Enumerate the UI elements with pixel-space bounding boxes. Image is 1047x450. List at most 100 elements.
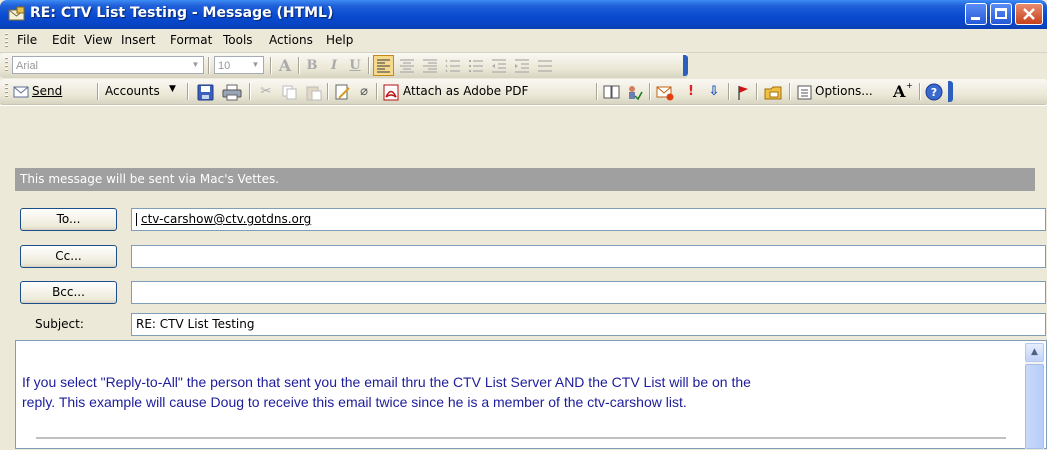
scroll-up-icon[interactable]: ▲ [1025, 343, 1044, 362]
to-field[interactable]: ctv-carshow@ctv.gotdns.org [131, 208, 1046, 231]
cc-field[interactable] [131, 245, 1046, 268]
toolbar-options-chevron-icon[interactable] [948, 81, 953, 102]
separator [368, 57, 370, 74]
separator [327, 83, 329, 100]
high-importance-icon[interactable]: ! [683, 84, 699, 100]
chevron-down-icon[interactable]: ▼ [189, 58, 202, 72]
chevron-down-icon: ▼ [169, 84, 176, 94]
font-name-value: Arial [16, 60, 39, 72]
bcc-field[interactable] [131, 281, 1046, 304]
send-label: Send [32, 84, 63, 98]
cc-button[interactable]: Cc... [20, 245, 117, 268]
save-icon[interactable] [197, 84, 214, 101]
toolbar-options-chevron-icon[interactable] [683, 55, 688, 76]
title-bar: RE: CTV List Testing - Message (HTML) [0, 0, 1047, 29]
align-right-icon[interactable] [421, 57, 439, 75]
font-name-combo[interactable]: Arial ▼ [12, 56, 204, 74]
menu-edit[interactable]: Edit [52, 33, 75, 47]
toolbar-grip[interactable] [5, 83, 8, 98]
copy-icon[interactable] [281, 84, 298, 101]
window-title: RE: CTV List Testing - Message (HTML) [30, 5, 334, 21]
svg-text:?: ? [931, 86, 937, 99]
help-icon[interactable]: ? [925, 83, 943, 101]
attach-pdf-label: Attach as Adobe PDF [403, 84, 529, 98]
separator [97, 83, 99, 100]
insert-file-icon[interactable] [334, 84, 351, 101]
font-color-icon[interactable]: A [277, 58, 293, 74]
separator [270, 57, 272, 74]
toolbar-grip[interactable] [5, 57, 8, 72]
print-icon[interactable] [222, 84, 242, 101]
font-size-combo[interactable]: 10 ▼ [214, 56, 264, 74]
to-button[interactable]: To... [20, 208, 117, 231]
separator [756, 83, 758, 100]
low-importance-icon[interactable]: ⇩ [706, 84, 722, 100]
accounts-button[interactable]: Accounts ▼ [102, 81, 182, 102]
flag-icon[interactable] [736, 84, 750, 101]
bullets-icon[interactable] [467, 57, 485, 75]
subject-field[interactable]: RE: CTV List Testing [131, 313, 1046, 336]
maximize-button[interactable] [990, 3, 1012, 25]
address-book-icon[interactable] [603, 84, 620, 100]
menu-tools[interactable]: Tools [223, 33, 253, 47]
superscript-plus-icon: + [906, 81, 913, 90]
options-label: Options... [815, 84, 873, 98]
horizontal-rule [36, 437, 1006, 439]
check-names-icon[interactable] [626, 84, 643, 101]
follow-up-envelope-icon[interactable] [656, 84, 674, 101]
separator [298, 57, 300, 74]
separator [249, 83, 251, 100]
standard-toolbar: Send Accounts ▼ ✂ ⌀ Attach as Adobe PDF [0, 79, 1047, 105]
attach-pdf-button[interactable]: Attach as Adobe PDF [381, 81, 591, 102]
send-button[interactable]: Send [11, 81, 93, 102]
separator [596, 83, 598, 100]
menu-grip[interactable] [5, 33, 8, 48]
font-grow-button[interactable]: A + [888, 81, 914, 102]
send-icon [13, 86, 29, 98]
align-left-button[interactable] [373, 55, 394, 76]
options-icon [797, 85, 812, 100]
separator [919, 83, 921, 100]
underline-button[interactable]: U [347, 58, 363, 74]
menu-format[interactable]: Format [170, 33, 212, 47]
body-line-1: If you select "Reply-to-All" the person … [22, 374, 751, 390]
minimize-button[interactable] [965, 3, 987, 25]
close-icon [1023, 8, 1035, 20]
envelope-icon [8, 6, 25, 21]
decrease-indent-icon[interactable] [490, 57, 508, 75]
font-grow-label: A [893, 82, 906, 101]
permission-folder-icon[interactable] [764, 84, 784, 101]
menu-actions[interactable]: Actions [269, 33, 313, 47]
font-size-value: 10 [218, 60, 231, 72]
separator [376, 83, 378, 100]
separator [789, 83, 791, 100]
separator [649, 83, 651, 100]
paste-icon[interactable] [305, 84, 322, 101]
cut-icon[interactable]: ✂ [258, 84, 274, 100]
to-recipient[interactable]: ctv-carshow@ctv.gotdns.org [141, 212, 311, 226]
accounts-label: Accounts [105, 84, 160, 98]
menu-view[interactable]: View [84, 33, 112, 47]
align-center-icon[interactable] [398, 57, 416, 75]
message-body-text[interactable]: If you select "Reply-to-All" the person … [22, 372, 1012, 412]
increase-indent-icon[interactable] [513, 57, 531, 75]
paperclip-icon[interactable]: ⌀ [356, 84, 372, 100]
text-caret [136, 213, 137, 226]
menu-bar: File Edit View Insert Format Tools Actio… [0, 29, 1047, 53]
horizontal-line-icon[interactable] [536, 57, 554, 75]
close-button[interactable] [1015, 3, 1043, 25]
menu-insert[interactable]: Insert [121, 33, 155, 47]
menu-file[interactable]: File [17, 33, 37, 47]
bcc-button[interactable]: Bcc... [20, 281, 117, 304]
italic-button[interactable]: I [326, 58, 342, 74]
bold-button[interactable]: B [304, 58, 320, 74]
adobe-pdf-icon [383, 84, 399, 101]
vertical-scrollbar[interactable]: ▲ [1025, 343, 1044, 449]
subject-label: Subject: [35, 317, 84, 331]
scroll-thumb[interactable] [1025, 364, 1044, 449]
options-button[interactable]: Options... [795, 81, 885, 102]
separator [208, 57, 210, 74]
numbered-list-icon[interactable] [444, 57, 462, 75]
chevron-down-icon[interactable]: ▼ [249, 58, 262, 72]
menu-help[interactable]: Help [326, 33, 353, 47]
